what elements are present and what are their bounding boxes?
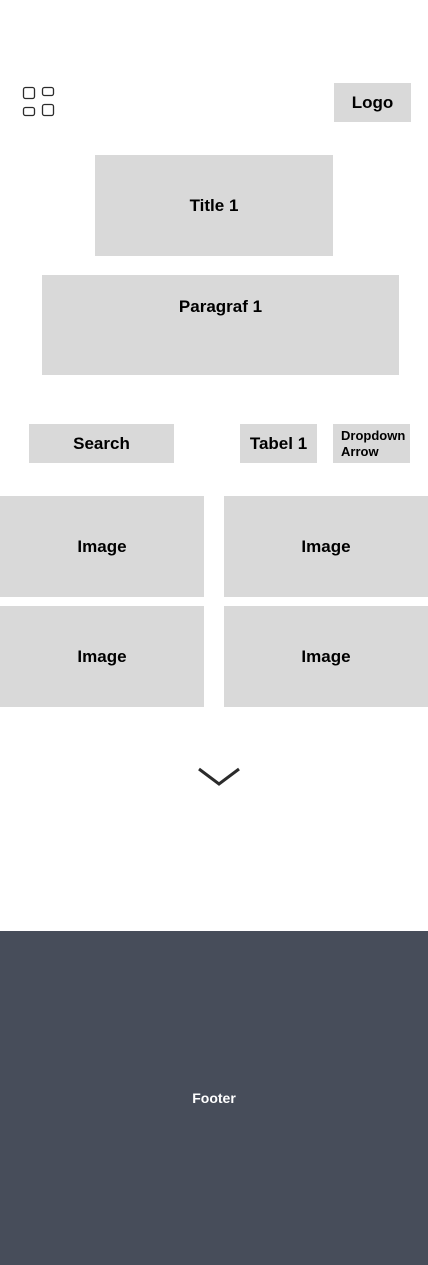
- search-button[interactable]: Search: [29, 424, 174, 463]
- title-label: Title 1: [189, 195, 239, 215]
- footer: Footer: [0, 931, 428, 1265]
- dropdown-arrow-button[interactable]: Dropdown Arrow: [333, 424, 410, 463]
- tabel-button[interactable]: Tabel 1: [240, 424, 317, 463]
- image-placeholder: Image: [0, 496, 204, 597]
- paragraph-label: Paragraf 1: [178, 297, 263, 316]
- logo-label: Logo: [351, 92, 394, 112]
- image-placeholder: Image: [0, 606, 204, 707]
- image-placeholder: Image: [224, 496, 428, 597]
- dropdown-label: Dropdown Arrow: [341, 427, 406, 459]
- image-label: Image: [301, 646, 351, 666]
- image-placeholder: Image: [224, 606, 428, 707]
- footer-label: Footer: [192, 1090, 236, 1106]
- paragraph-block: Paragraf 1: [42, 275, 399, 375]
- image-label: Image: [77, 536, 127, 556]
- logo: Logo: [334, 83, 411, 122]
- image-label: Image: [301, 536, 351, 556]
- chevron-down-icon[interactable]: [197, 766, 241, 788]
- image-label: Image: [77, 646, 127, 666]
- grid-menu-icon[interactable]: [22, 86, 56, 118]
- search-label: Search: [73, 433, 130, 453]
- tabel-label: Tabel 1: [249, 433, 308, 453]
- page-title: Title 1: [95, 155, 333, 256]
